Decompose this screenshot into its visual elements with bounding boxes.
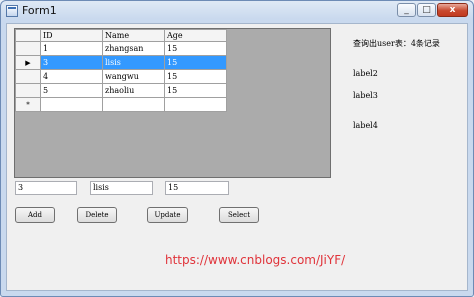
row-header-current-arrow-icon[interactable]: ▶	[15, 55, 41, 70]
select-button[interactable]: Select	[219, 207, 259, 223]
table-row[interactable]: 5 zhaoliu 15	[15, 83, 227, 98]
label3: label3	[353, 91, 378, 100]
table-row-selected[interactable]: ▶ 3 lisis 15	[15, 55, 227, 70]
form1-window: Form1 _ □ x ID Name Age 1 zhangsan 15 ▶ …	[0, 0, 474, 297]
label4: label4	[353, 121, 378, 130]
row-header[interactable]	[15, 41, 41, 56]
new-row[interactable]: *	[15, 97, 227, 112]
column-header-id[interactable]: ID	[40, 29, 103, 42]
grid-corner-header[interactable]	[15, 29, 41, 42]
row-header[interactable]	[15, 83, 41, 98]
add-button[interactable]: Add	[15, 207, 55, 223]
minimize-button[interactable]: _	[397, 3, 416, 17]
cell-age[interactable]: 15	[164, 41, 227, 56]
cell-name[interactable]: zhaoliu	[102, 83, 165, 98]
window-controls: _ □ x	[397, 3, 468, 17]
column-header-name[interactable]: Name	[102, 29, 165, 42]
cell-age[interactable]: 15	[164, 69, 227, 84]
name-textbox[interactable]: lisis	[90, 181, 153, 195]
age-textbox[interactable]: 15	[165, 181, 229, 195]
cell-id[interactable]: 1	[40, 41, 103, 56]
window-title: Form1	[22, 4, 57, 17]
form-client-area: ID Name Age 1 zhangsan 15 ▶ 3 lisis 15 4…	[6, 23, 468, 291]
cell-name[interactable]: wangwu	[102, 69, 165, 84]
cell-name[interactable]	[102, 97, 165, 112]
cell-age[interactable]	[164, 97, 227, 112]
blog-url-watermark: https://www.cnblogs.com/JiYF/	[165, 253, 346, 267]
id-textbox[interactable]: 3	[15, 181, 77, 195]
close-button[interactable]: x	[437, 3, 468, 17]
cell-age[interactable]: 15	[164, 83, 227, 98]
table-row[interactable]: 1 zhangsan 15	[15, 41, 227, 56]
column-header-age[interactable]: Age	[164, 29, 227, 42]
cell-id[interactable]	[40, 97, 103, 112]
form-icon	[6, 5, 18, 17]
cell-id[interactable]: 4	[40, 69, 103, 84]
cell-age[interactable]: 15	[164, 55, 227, 70]
cell-name[interactable]: zhangsan	[102, 41, 165, 56]
update-button[interactable]: Update	[147, 207, 188, 223]
maximize-button[interactable]: □	[417, 3, 436, 17]
cell-name[interactable]: lisis	[102, 55, 165, 70]
row-header[interactable]	[15, 69, 41, 84]
data-grid-view[interactable]: ID Name Age 1 zhangsan 15 ▶ 3 lisis 15 4…	[14, 28, 331, 178]
delete-button[interactable]: Delete	[77, 207, 117, 223]
label2: label2	[353, 69, 378, 78]
cell-id[interactable]: 5	[40, 83, 103, 98]
table-row[interactable]: 4 wangwu 15	[15, 69, 227, 84]
cell-id[interactable]: 3	[40, 55, 103, 70]
row-header-new-row-icon[interactable]: *	[15, 97, 41, 112]
title-bar[interactable]: Form1 _ □ x	[1, 1, 473, 23]
data-grid-table: ID Name Age 1 zhangsan 15 ▶ 3 lisis 15 4…	[15, 29, 227, 112]
record-count-label: 查询出user表：4条记录	[353, 39, 440, 48]
